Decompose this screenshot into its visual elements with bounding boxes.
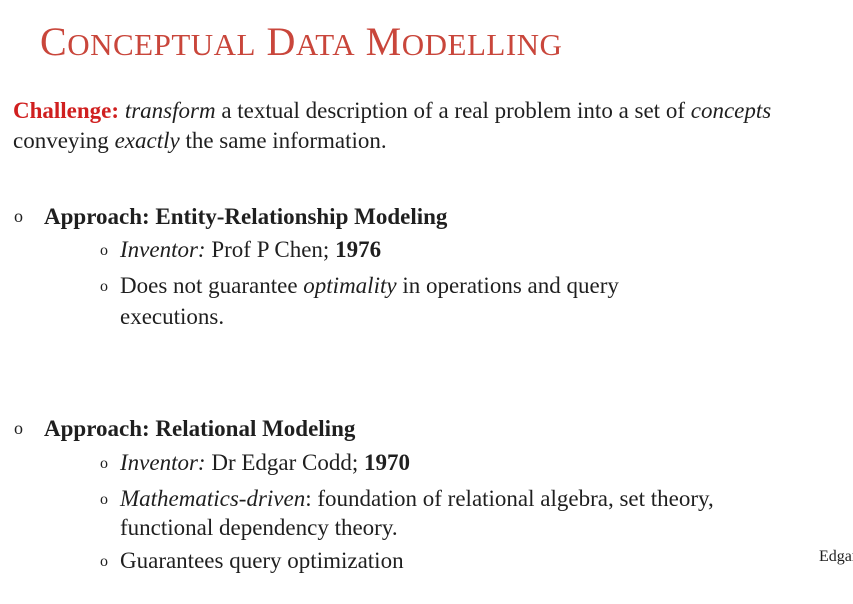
challenge-em-exactly: exactly	[114, 128, 180, 153]
er-heading: Approach: Entity-Relationship Modeling	[44, 204, 448, 229]
er-note-bullet: o Does not guarantee optimality in operat…	[100, 271, 619, 302]
bullet-icon: o	[14, 418, 23, 438]
rel-inventor-label: Inventor:	[120, 450, 206, 475]
bullet-icon: o	[14, 206, 23, 226]
rel-math-bullet: o Mathematics-driven: foundation of relat…	[100, 484, 714, 515]
challenge-paragraph: Challenge: transform a textual descripti…	[13, 96, 843, 156]
er-note-em: optimality	[303, 273, 397, 298]
bullet-icon: o	[100, 278, 108, 295]
er-inventor-bullet: o Inventor: Prof P Chen; 1976	[100, 235, 381, 266]
bullet-icon: o	[100, 491, 108, 508]
rel-math-text-1: : foundation of relational algebra, set …	[305, 486, 714, 511]
rel-heading: Approach: Relational Modeling	[44, 416, 356, 441]
challenge-em-transform: transform	[124, 98, 216, 123]
bullet-icon: o	[100, 242, 108, 259]
title-w1-first: C	[40, 19, 68, 64]
rel-inventor-bullet: o Inventor: Dr Edgar Codd; 1970	[100, 448, 410, 479]
challenge-em-concepts: concepts	[690, 98, 772, 123]
rel-approach-bullet: o Approach: Relational Modeling	[14, 413, 355, 444]
bullet-icon: o	[100, 553, 108, 570]
er-note-text-1: Does not guarantee	[120, 273, 304, 298]
challenge-text-1: a textual description of a real problem …	[215, 98, 691, 123]
title-w2-rest: ATA	[295, 27, 356, 62]
challenge-label: Challenge:	[13, 98, 120, 123]
slide-footer: Edgar	[819, 548, 853, 565]
slide-title: CONCEPTUAL DATA MODELLING	[40, 18, 562, 65]
title-w2-first: D	[266, 19, 296, 64]
rel-math-em: Mathematics-driven	[120, 486, 306, 511]
rel-inventor-name: Dr Edgar Codd;	[205, 450, 364, 475]
title-w3-first: M	[365, 19, 402, 64]
er-inventor-name: Prof P Chen;	[205, 237, 336, 262]
challenge-text-2: conveying	[13, 128, 115, 153]
title-w1-rest: ONCEPTUAL	[67, 27, 256, 62]
er-note-continuation: executions.	[120, 304, 225, 329]
rel-inventor-year: 1970	[364, 450, 410, 475]
title-w3-rest: ODELLING	[401, 27, 563, 62]
challenge-text-3: the same information.	[179, 128, 387, 153]
rel-guarantee-bullet: o Guarantees query optimization	[100, 546, 404, 577]
rel-math-continuation: functional dependency theory.	[120, 515, 398, 540]
er-note-text-2: in operations and query	[396, 273, 619, 298]
er-approach-bullet: o Approach: Entity-Relationship Modeling	[14, 201, 447, 232]
rel-guarantee-text: Guarantees query optimization	[120, 548, 404, 573]
er-inventor-label: Inventor:	[120, 237, 206, 262]
bullet-icon: o	[100, 455, 108, 472]
er-inventor-year: 1976	[335, 237, 382, 262]
